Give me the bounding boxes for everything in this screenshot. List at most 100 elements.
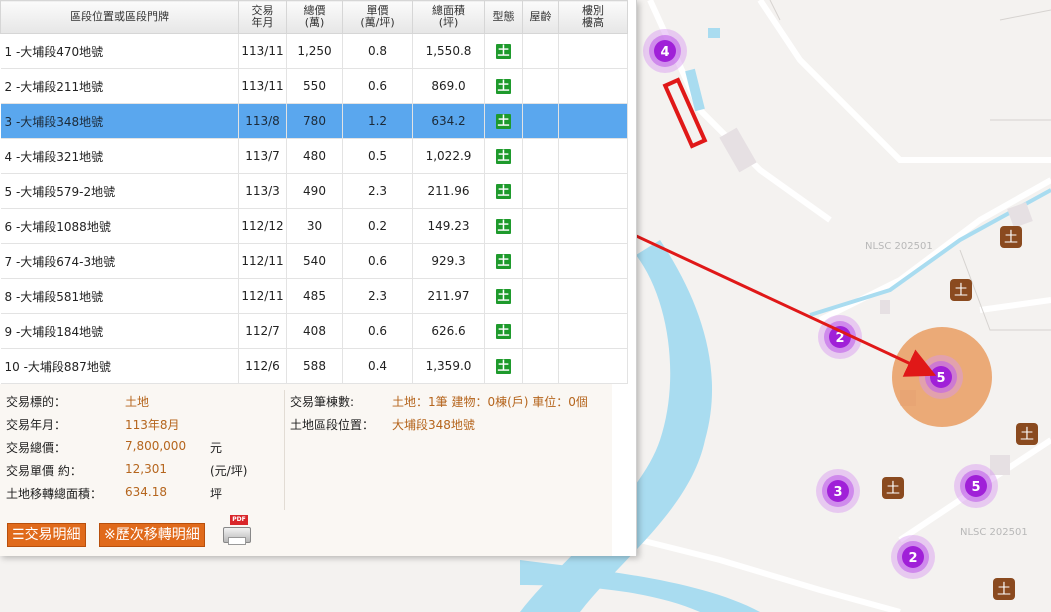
cell-address: 6 -大埔段1088地號: [0, 208, 239, 244]
total-price-unit: 元: [210, 441, 223, 455]
cell-age: [522, 68, 559, 104]
table-row[interactable]: 9 -大埔段184地號 112/7 408 0.6 626.6 土: [0, 313, 628, 349]
cell-area: 211.96: [412, 173, 485, 209]
cell-floor: [558, 243, 628, 279]
cell-address: 10 -大埔段887地號: [0, 348, 239, 384]
column-header-floor[interactable]: 樓別 樓高: [558, 0, 628, 34]
cell-address: 8 -大埔段581地號: [0, 278, 239, 314]
column-header-area[interactable]: 總面積 (坪): [412, 0, 485, 34]
cell-age: [522, 243, 559, 279]
table-row[interactable]: 8 -大埔段581地號 112/11 485 2.3 211.97 土: [0, 278, 628, 314]
count-label: 交易筆棟數:: [290, 395, 355, 409]
cell-type: 土: [484, 173, 523, 209]
cell-age: [522, 278, 559, 314]
land-type-icon: 土: [496, 253, 511, 269]
svg-text:3: 3: [833, 485, 842, 500]
cluster-marker[interactable]: 3: [816, 469, 860, 513]
cell-total: 485: [286, 278, 343, 314]
table-row[interactable]: 5 -大埔段579-2地號 113/3 490 2.3 211.96 土: [0, 173, 628, 209]
land-type-icon: 土: [496, 288, 511, 304]
cell-address: 1 -大埔段470地號: [0, 33, 239, 69]
cell-area: 149.23: [412, 208, 485, 244]
pdf-print-icon[interactable]: PDF: [220, 515, 252, 545]
location-value: 大埔段348地號: [392, 418, 475, 432]
column-header-date[interactable]: 交易 年月: [238, 0, 287, 34]
cell-address: 2 -大埔段211地號: [0, 68, 239, 104]
cell-date: 113/8: [238, 103, 287, 139]
map-watermark: NLSC 202501: [960, 527, 1028, 538]
cell-total: 30: [286, 208, 343, 244]
table-row[interactable]: 1 -大埔段470地號 113/11 1,250 0.8 1,550.8 土: [0, 33, 628, 69]
land-marker-icon[interactable]: 土: [993, 578, 1015, 600]
svg-text:土: 土: [954, 283, 968, 299]
cell-date: 113/7: [238, 138, 287, 174]
cell-address: 5 -大埔段579-2地號: [0, 173, 239, 209]
cell-address: 4 -大埔段321地號: [0, 138, 239, 174]
cell-floor: [558, 348, 628, 384]
cluster-marker[interactable]: 2: [891, 535, 935, 579]
table-row[interactable]: 6 -大埔段1088地號 112/12 30 0.2 149.23 土: [0, 208, 628, 244]
land-type-icon: 土: [496, 43, 511, 59]
area-unit: 坪: [210, 487, 223, 501]
cell-date: 112/6: [238, 348, 287, 384]
svg-text:土: 土: [997, 582, 1011, 598]
table-row[interactable]: 7 -大埔段674-3地號 112/11 540 0.6 929.3 土: [0, 243, 628, 279]
history-transfer-button[interactable]: ※歷次移轉明細: [99, 523, 205, 547]
cell-age: [522, 313, 559, 349]
date-value: 113年8月: [125, 418, 180, 432]
land-marker-icon[interactable]: 土: [882, 477, 904, 499]
land-type-icon: 土: [496, 218, 511, 234]
cluster-marker[interactable]: 4: [643, 29, 687, 73]
transaction-table: 區段位置或區段門牌 交易 年月 總價 (萬) 單價 (萬/坪) 總面積 (坪) 型態 屋…: [0, 0, 628, 384]
table-row[interactable]: 2 -大埔段211地號 113/11 550 0.6 869.0 土: [0, 68, 628, 104]
cell-unit-price: 2.3: [342, 173, 413, 209]
cell-address: 7 -大埔段674-3地號: [0, 243, 239, 279]
cell-date: 113/3: [238, 173, 287, 209]
column-header-age[interactable]: 屋齡: [522, 0, 559, 34]
cell-age: [522, 208, 559, 244]
table-row[interactable]: 4 -大埔段321地號 113/7 480 0.5 1,022.9 土: [0, 138, 628, 174]
cell-type: 土: [484, 208, 523, 244]
cell-age: [522, 33, 559, 69]
land-marker-icon[interactable]: 土: [1016, 423, 1038, 445]
land-marker-icon[interactable]: 土: [950, 279, 972, 301]
area-value: 634.18: [125, 485, 167, 499]
cell-type: 土: [484, 313, 523, 349]
cluster-marker[interactable]: 5: [954, 464, 998, 508]
cell-date: 112/11: [238, 278, 287, 314]
transaction-panel: 區段位置或區段門牌 交易 年月 總價 (萬) 單價 (萬/坪) 總面積 (坪) 型態 屋…: [0, 0, 637, 556]
cell-area: 1,022.9: [412, 138, 485, 174]
transaction-detail-button[interactable]: ☰交易明細: [7, 523, 86, 547]
cell-type: 土: [484, 243, 523, 279]
table-row-selected[interactable]: 3 -大埔段348地號 113/8 780 1.2 634.2 土: [0, 103, 628, 139]
cell-total: 480: [286, 138, 343, 174]
cell-area: 1,550.8: [412, 33, 485, 69]
table-row[interactable]: 10 -大埔段887地號 112/6 588 0.4 1,359.0 土: [0, 348, 628, 384]
column-header-total[interactable]: 總價 (萬): [286, 0, 343, 34]
column-header-address[interactable]: 區段位置或區段門牌: [0, 0, 239, 34]
column-header-unit-price[interactable]: 單價 (萬/坪): [342, 0, 413, 34]
cell-total: 588: [286, 348, 343, 384]
cell-area: 929.3: [412, 243, 485, 279]
cell-area: 869.0: [412, 68, 485, 104]
location-label: 土地區段位置：: [290, 418, 375, 432]
cell-unit-price: 0.8: [342, 33, 413, 69]
cell-address: 9 -大埔段184地號: [0, 313, 239, 349]
cluster-marker[interactable]: 5: [919, 355, 963, 399]
svg-text:土: 土: [886, 481, 900, 497]
cell-age: [522, 173, 559, 209]
cell-date: 112/12: [238, 208, 287, 244]
cell-floor: [558, 208, 628, 244]
cell-floor: [558, 103, 628, 139]
pdf-badge: PDF: [230, 515, 248, 525]
cell-address: 3 -大埔段348地號: [0, 103, 239, 139]
land-marker-icon[interactable]: 土: [1000, 226, 1022, 248]
target-value: 土地: [125, 395, 150, 409]
cell-area: 634.2: [412, 103, 485, 139]
column-header-type[interactable]: 型態: [484, 0, 523, 34]
count-value: 土地：1筆 建物：0棟(戶) 車位：0個: [392, 395, 588, 409]
unit-price-value: 12,301: [125, 462, 167, 476]
cell-floor: [558, 313, 628, 349]
transaction-details: 交易標的： 土地 交易年月： 113年8月 交易總價： 7,800,000 元 …: [0, 384, 612, 556]
cell-type: 土: [484, 33, 523, 69]
